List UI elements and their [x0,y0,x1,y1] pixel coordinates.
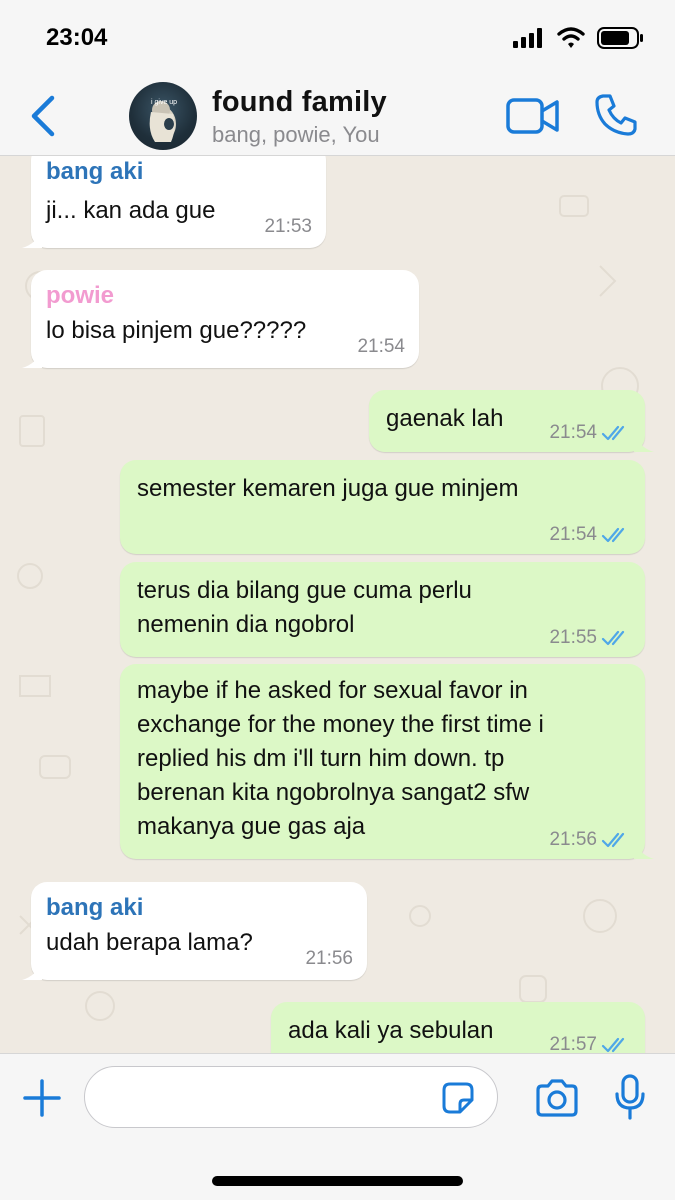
message-bubble-outgoing[interactable]: terus dia bilang gue cuma perlu nemenin … [120,562,645,657]
status-time: 23:04 [46,24,108,51]
voice-call-button[interactable] [594,93,638,137]
bubble-tail [634,841,654,859]
message-meta: 21:56 [549,829,631,851]
message-bubble-outgoing[interactable]: ada kali ya sebulan 21:57 [271,1002,645,1053]
message-meta: 21:56 [305,948,353,970]
chat-title: found family [212,86,387,118]
message-input[interactable] [84,1066,498,1128]
bubble-tail [22,230,42,248]
message-bubble-outgoing[interactable]: maybe if he asked for sexual favor in ex… [120,664,654,859]
plus-icon [23,1079,61,1117]
avatar-caption: i give up [151,99,177,106]
message-sender: bang aki [46,158,144,185]
message-meta: 21:54 [357,336,405,358]
message-meta: 21:57 [549,1034,631,1053]
message-meta: 21:55 [549,627,631,649]
attach-button[interactable] [22,1078,62,1118]
bubble-tail [22,962,42,980]
home-indicator [212,1176,463,1186]
message-time: 21:54 [549,524,597,545]
bubble-tail [634,434,654,452]
chevron-left-icon [31,95,55,137]
message-time: 21:56 [305,948,353,969]
wifi-icon [557,27,585,48]
video-call-icon [506,98,559,134]
bubble-tail [22,350,42,368]
chat-members: bang, powie, You [212,122,380,147]
message-bubble-incoming[interactable]: powie lo bisa pinjem gue????? 21:54 [22,270,419,368]
message-text: lo bisa pinjem gue????? [46,317,307,344]
read-receipt-icon [601,1037,625,1053]
message-list[interactable]: bang aki ji... kan ada gue 21:53 powie l… [0,156,675,1053]
message-time: 21:55 [549,627,597,648]
message-time: 21:57 [549,1034,597,1053]
group-avatar[interactable]: i give up [129,82,197,150]
read-receipt-icon [601,527,625,543]
camera-icon [536,1079,578,1117]
sticker-button[interactable] [440,1080,476,1116]
message-bubble-incoming[interactable]: bang aki ji... kan ada gue 21:53 [22,156,326,248]
video-call-button[interactable] [506,96,560,136]
signal-icon [513,28,542,48]
message-bubble-incoming[interactable]: bang aki udah berapa lama? 21:56 [22,882,367,980]
read-receipt-icon [601,832,625,848]
voice-message-button[interactable] [614,1074,646,1120]
message-text: ada kali ya sebulan [288,1017,494,1044]
sticker-icon [442,1082,474,1114]
phone-icon [595,94,637,136]
camera-button[interactable] [534,1078,580,1118]
status-icons [513,26,645,50]
status-bar: 23:04 [0,0,675,78]
battery-icon [597,27,643,49]
message-text: udah berapa lama? [46,929,253,956]
message-text: terus dia bilang gue cuma perlu nemenin … [137,577,472,638]
message-meta: 21:54 [549,422,631,444]
message-sender: powie [46,282,115,309]
message-meta: 21:54 [549,524,631,546]
message-text: gaenak lah [386,405,504,432]
message-text: maybe if he asked for sexual favor in ex… [137,677,544,840]
message-sender: bang aki [46,894,144,921]
message-text: semester kemaren juga gue minjem [137,475,519,502]
message-time: 21:54 [549,422,597,443]
chat-header: i give up found family bang, powie, You [0,78,675,156]
read-receipt-icon [601,630,625,646]
message-meta: 21:53 [264,216,312,238]
back-button[interactable] [26,94,62,138]
message-bubble-outgoing[interactable]: gaenak lah 21:54 [369,390,654,452]
message-time: 21:54 [357,336,405,357]
composer-bar [0,1053,675,1200]
read-receipt-icon [601,425,625,441]
message-time: 21:53 [264,216,312,237]
avatar-image: i give up [149,99,177,142]
chat-title-block[interactable]: found family bang, powie, You [212,86,387,148]
microphone-icon [615,1074,645,1120]
message-text: ji... kan ada gue [46,197,216,224]
message-bubble-outgoing[interactable]: semester kemaren juga gue minjem 21:54 [120,460,645,554]
message-time: 21:56 [549,829,597,850]
